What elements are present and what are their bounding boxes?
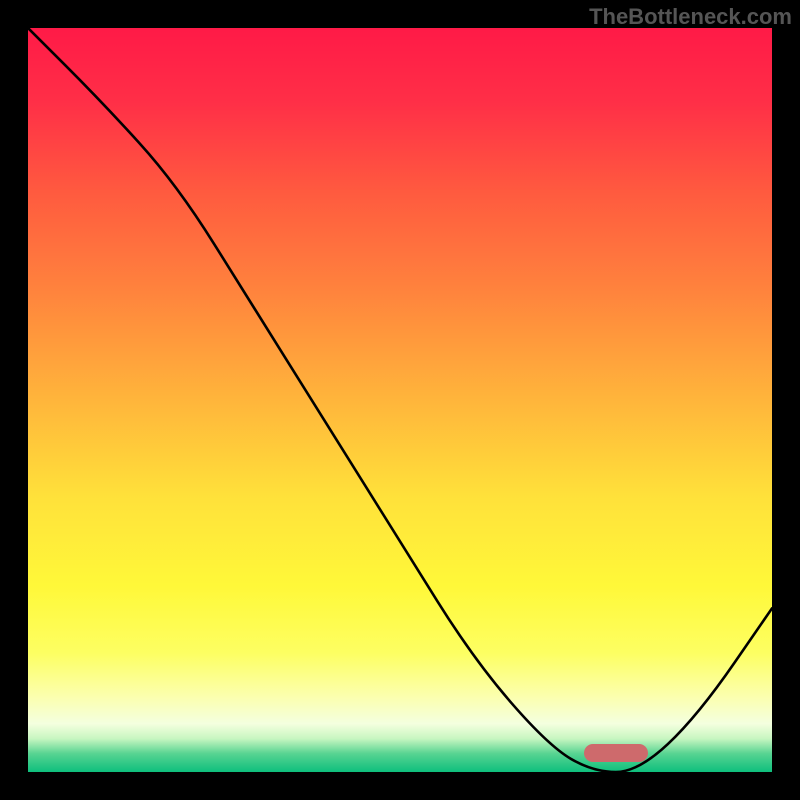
watermark-text: TheBottleneck.com <box>589 4 792 30</box>
plot-area <box>28 28 772 772</box>
optimum-marker <box>584 744 648 762</box>
curve-path <box>28 28 772 772</box>
chart-frame: TheBottleneck.com <box>0 0 800 800</box>
bottleneck-curve <box>28 28 772 772</box>
